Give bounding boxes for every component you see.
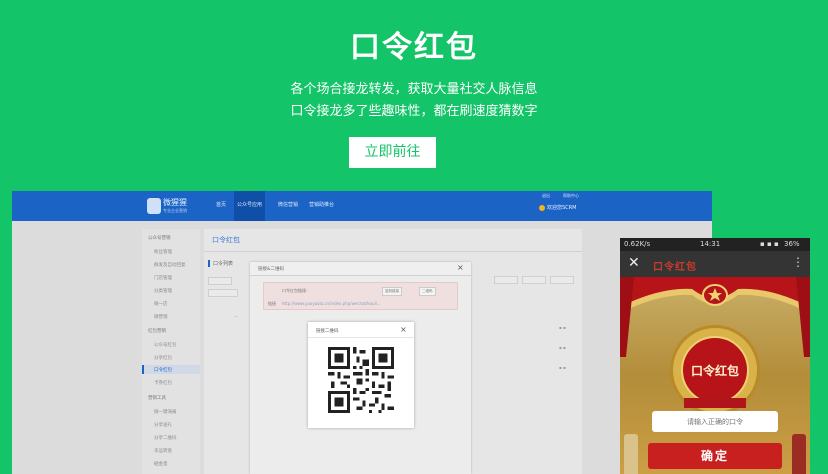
modal-header: 链接&二维码 × bbox=[250, 262, 471, 276]
sidebar-item[interactable]: 分享送礼 bbox=[154, 422, 172, 428]
help-link[interactable]: 帮助中心 bbox=[563, 193, 579, 199]
hero-description-line2: 口令接龙多了些趣味性，都在刷速度猜数字 bbox=[290, 104, 538, 119]
link-info-box: 口令红包链接： 复制链接 二维码 链接 http://www.yaoyaola.… bbox=[263, 282, 458, 310]
logo-icon bbox=[147, 198, 161, 214]
app-bar: ✕ 口令红包 ⋮ bbox=[620, 251, 810, 277]
sidebar-item[interactable]: 公众号红包 bbox=[154, 342, 177, 348]
filter-field[interactable] bbox=[208, 277, 232, 285]
sidebar-item[interactable]: 微营销 bbox=[154, 314, 168, 320]
medal-ribbon bbox=[684, 398, 746, 408]
link-url[interactable]: http://www.yaoyaola.cn/index.php/wechat/… bbox=[282, 301, 381, 306]
hero-description-line1: 各个场合接龙转发，获取大量社交人脉信息 bbox=[290, 82, 538, 97]
sidebar-item[interactable]: 微一键海报 bbox=[154, 409, 177, 415]
battery-level: 36% bbox=[784, 240, 800, 248]
sidebar-item[interactable]: 门店管理 bbox=[154, 275, 172, 281]
qrcode-modal: 链接二维码 × bbox=[308, 322, 414, 428]
nav-home[interactable]: 首页 bbox=[216, 201, 226, 208]
sidebar-item[interactable]: 分类管理 bbox=[154, 288, 172, 294]
url-label: 链接 bbox=[268, 301, 276, 306]
sidebar: 公众号营销 粉丝管理 群发及自动回复 门店管理 分类管理 微一店 微营销 红包营… bbox=[142, 229, 200, 474]
row-action-icon[interactable]: ▪ ▪ bbox=[559, 365, 566, 370]
status-icons: ▪ ▪ ▪ bbox=[760, 240, 779, 248]
sidebar-item[interactable]: 砸金蛋 bbox=[154, 461, 168, 467]
sidebar-item[interactable]: 幸运转盘 bbox=[154, 448, 172, 454]
nav-official-account-apps[interactable]: 公众号应用 bbox=[234, 191, 266, 221]
sidebar-item[interactable]: 粉丝管理 bbox=[154, 249, 172, 255]
hero-title: 口令红包 bbox=[350, 30, 478, 65]
filter-field[interactable] bbox=[208, 289, 238, 297]
qrcode-image bbox=[328, 347, 394, 413]
tab-command-list[interactable]: 口令列表 bbox=[208, 260, 233, 267]
avatar bbox=[539, 205, 545, 211]
sidebar-item[interactable]: 卡券红包 bbox=[154, 380, 172, 386]
table-cell: — bbox=[234, 314, 238, 319]
user-name: 欢迎您SCRM bbox=[547, 205, 577, 211]
row-action-icon[interactable]: ▪ ▪ bbox=[559, 345, 566, 350]
toolbar-button[interactable] bbox=[522, 276, 546, 284]
go-now-button[interactable]: 立即前往 bbox=[349, 137, 436, 168]
app-title: 口令红包 bbox=[653, 262, 697, 273]
modal-title: 链接&二维码 bbox=[258, 267, 285, 272]
sidebar-group-official[interactable]: 公众号营销 bbox=[148, 235, 171, 241]
medal-text: 口令红包 bbox=[690, 364, 739, 378]
toolbar-button[interactable] bbox=[550, 276, 574, 284]
link-label: 口令红包链接： bbox=[282, 288, 310, 293]
logo-subtitle: 专业企业营销 bbox=[163, 208, 187, 213]
medal-center: 口令红包 bbox=[681, 336, 749, 404]
sidebar-group-redpacket[interactable]: 红包营销 bbox=[148, 328, 166, 334]
bottle-decoration bbox=[792, 434, 806, 474]
sidebar-item-active[interactable]: 口令红包 bbox=[154, 367, 172, 373]
logo-text: 微猩猩 bbox=[163, 198, 187, 207]
phone-screenshot: 0.62K/s 14:31 ▪ ▪ ▪ 36% ✕ 口令红包 ⋮ 口令红包 确定 bbox=[620, 238, 810, 474]
close-icon[interactable]: × bbox=[457, 263, 464, 272]
nav-wechat-marketing[interactable]: 微信营销 bbox=[278, 201, 298, 208]
sidebar-item[interactable]: 群发及自动回复 bbox=[154, 262, 186, 268]
status-bar: 0.62K/s 14:31 ▪ ▪ ▪ 36% bbox=[620, 238, 810, 251]
command-input[interactable] bbox=[652, 411, 778, 432]
close-icon[interactable]: ✕ bbox=[628, 255, 640, 271]
more-icon[interactable]: ⋮ bbox=[792, 255, 804, 269]
close-icon[interactable]: × bbox=[400, 325, 407, 334]
qrcode-button[interactable]: 二维码 bbox=[419, 287, 436, 296]
nav-marketing-console[interactable]: 营销助推台 bbox=[309, 201, 334, 208]
row-action-icon[interactable]: ▪ ▪ bbox=[559, 325, 566, 330]
network-speed: 0.62K/s bbox=[624, 240, 651, 248]
brand-emblem-icon bbox=[702, 284, 728, 306]
qrcode-modal-title: 链接二维码 bbox=[316, 329, 339, 334]
sidebar-item[interactable]: 分享红包 bbox=[154, 355, 172, 361]
divider bbox=[204, 251, 582, 252]
confirm-button[interactable]: 确定 bbox=[648, 443, 782, 469]
page-title: 口令红包 bbox=[212, 236, 240, 244]
toolbar-button[interactable] bbox=[494, 276, 518, 284]
top-navbar: 微猩猩 专业企业营销 首页 公众号应用 微信营销 营销助推台 退出 帮助中心 欢… bbox=[12, 191, 712, 221]
clock: 14:31 bbox=[700, 240, 721, 248]
copy-link-button[interactable]: 复制链接 bbox=[382, 287, 402, 296]
logout-link[interactable]: 退出 bbox=[542, 193, 550, 199]
sidebar-item[interactable]: 分享二维码 bbox=[154, 435, 177, 441]
bottle-decoration bbox=[624, 434, 638, 474]
sidebar-item[interactable]: 微一店 bbox=[154, 301, 168, 307]
divider bbox=[308, 337, 414, 338]
sidebar-group-tools[interactable]: 营销工具 bbox=[148, 395, 166, 401]
